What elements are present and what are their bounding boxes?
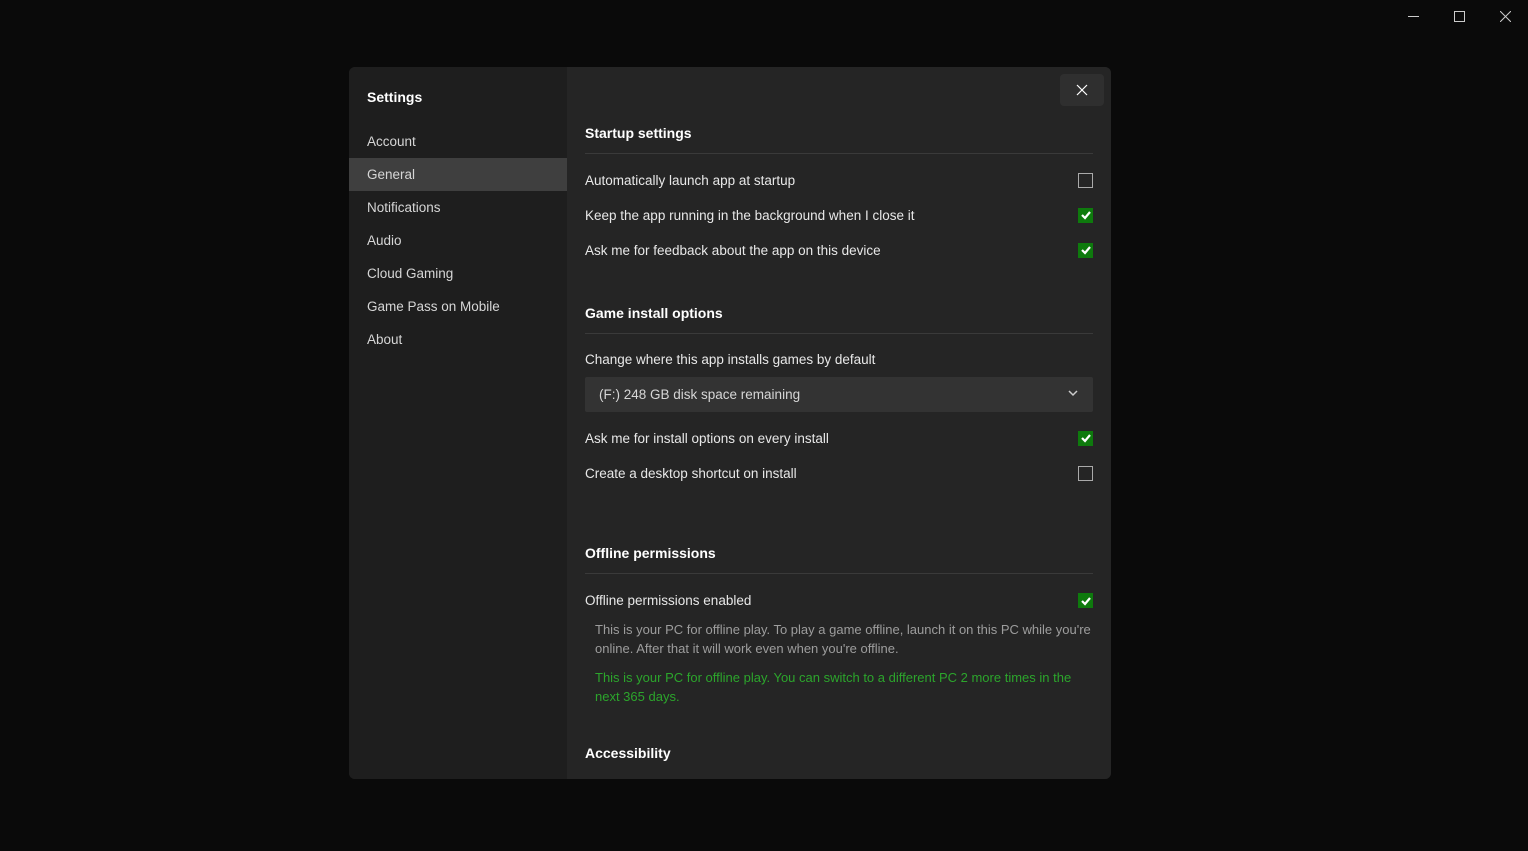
sidebar-title: Settings — [349, 67, 567, 125]
row-ask-options: Ask me for install options on every inst… — [585, 430, 1093, 449]
checkbox-desktop-shortcut[interactable] — [1078, 466, 1093, 481]
settings-content: Startup settings Automatically launch ap… — [567, 67, 1111, 779]
row-feedback: Ask me for feedback about the app on thi… — [585, 242, 1093, 261]
checkbox-offline-enabled[interactable] — [1078, 593, 1093, 608]
row-auto-launch: Automatically launch app at startup — [585, 172, 1093, 191]
sidebar-item-account[interactable]: Account — [349, 125, 567, 158]
checkbox-feedback[interactable] — [1078, 243, 1093, 258]
close-window-button[interactable] — [1482, 0, 1528, 32]
sidebar-item-game-pass-mobile[interactable]: Game Pass on Mobile — [349, 290, 567, 323]
label-desktop-shortcut: Create a desktop shortcut on install — [585, 465, 797, 484]
window-controls — [1390, 0, 1528, 32]
label-auto-launch: Automatically launch app at startup — [585, 172, 795, 191]
sidebar-item-general[interactable]: General — [349, 158, 567, 191]
settings-sidebar: Settings Account General Notifications A… — [349, 67, 567, 779]
row-offline-enabled: Offline permissions enabled — [585, 592, 1093, 611]
label-ask-options: Ask me for install options on every inst… — [585, 430, 829, 449]
checkbox-auto-launch[interactable] — [1078, 173, 1093, 188]
chevron-down-icon — [1067, 387, 1079, 402]
offline-status: This is your PC for offline play. You ca… — [595, 669, 1093, 707]
sidebar-item-cloud-gaming[interactable]: Cloud Gaming — [349, 257, 567, 290]
label-feedback: Ask me for feedback about the app on thi… — [585, 242, 881, 261]
maximize-button[interactable] — [1436, 0, 1482, 32]
section-title-offline: Offline permissions — [585, 545, 1093, 574]
section-title-startup: Startup settings — [585, 125, 1093, 154]
select-install-location[interactable]: (F:) 248 GB disk space remaining — [585, 377, 1093, 412]
settings-scroll[interactable]: Startup settings Automatically launch ap… — [567, 67, 1111, 779]
select-install-location-value: (F:) 248 GB disk space remaining — [599, 387, 800, 402]
offline-description: This is your PC for offline play. To pla… — [595, 621, 1093, 659]
minimize-button[interactable] — [1390, 0, 1436, 32]
sidebar-item-about[interactable]: About — [349, 323, 567, 356]
settings-modal: Settings Account General Notifications A… — [349, 67, 1111, 779]
label-install-location: Change where this app installs games by … — [585, 352, 1093, 367]
row-keep-running: Keep the app running in the background w… — [585, 207, 1093, 226]
label-offline-enabled: Offline permissions enabled — [585, 592, 751, 611]
close-modal-button[interactable] — [1060, 74, 1104, 106]
section-title-install: Game install options — [585, 305, 1093, 334]
checkbox-keep-running[interactable] — [1078, 208, 1093, 223]
row-desktop-shortcut: Create a desktop shortcut on install — [585, 465, 1093, 484]
sidebar-item-audio[interactable]: Audio — [349, 224, 567, 257]
section-title-accessibility: Accessibility — [585, 745, 1093, 773]
sidebar-item-notifications[interactable]: Notifications — [349, 191, 567, 224]
label-keep-running: Keep the app running in the background w… — [585, 207, 914, 226]
checkbox-ask-options[interactable] — [1078, 431, 1093, 446]
